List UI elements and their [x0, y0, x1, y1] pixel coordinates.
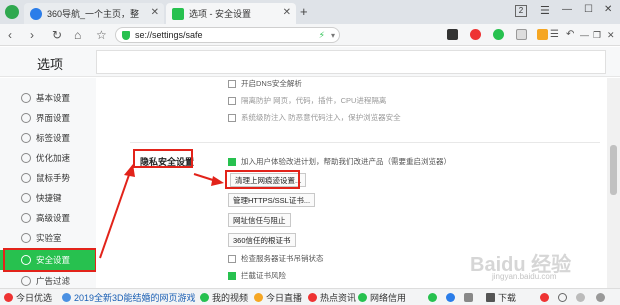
watermark-sub: jingyan.baidu.com [492, 272, 557, 281]
arrow-head-clear [211, 176, 224, 186]
bottom-item-game[interactable]: 2019全新3D能结婚的网页游戏《 [62, 291, 205, 304]
bottom-item-news[interactable]: 热点资讯 [308, 291, 356, 304]
news-icon [308, 293, 317, 302]
status-icon-3[interactable] [464, 293, 473, 302]
bottom-item-download[interactable]: 下载 [486, 291, 516, 304]
live-icon [254, 293, 263, 302]
status-icon-4[interactable] [540, 293, 549, 302]
arrow-head-sidebar [124, 164, 135, 177]
game-icon [62, 293, 71, 302]
bottom-item-label: 2019全新3D能结婚的网页游戏《 [74, 293, 205, 303]
bottom-item-picks[interactable]: 今日优选 [4, 291, 52, 304]
status-icon-2[interactable] [446, 293, 455, 302]
picks-icon [4, 293, 13, 302]
status-icon-6[interactable] [576, 293, 585, 302]
bottom-item-label: 下载 [498, 293, 517, 303]
status-icon-7[interactable] [596, 293, 605, 302]
bottom-item-label: 今日优选 [16, 293, 53, 303]
bottom-item-label: 我的视频 [212, 293, 249, 303]
arrow-line-sidebar [99, 171, 131, 259]
download-icon [486, 293, 495, 302]
bottom-item-label: 网络信用 [370, 293, 407, 303]
status-icon-5[interactable] [558, 293, 567, 302]
bottom-item-credit[interactable]: 网络信用 [358, 291, 406, 304]
bottom-item-label: 今日直播 [266, 293, 303, 303]
bottom-item-video[interactable]: 我的视频 [200, 291, 248, 304]
credit-icon [358, 293, 367, 302]
status-icon-1[interactable] [428, 293, 437, 302]
scrollbar-thumb[interactable] [610, 145, 617, 195]
bottom-item-label: 热点资讯 [320, 293, 357, 303]
bottom-item-live[interactable]: 今日直播 [254, 291, 302, 304]
video-icon [200, 293, 209, 302]
bottom-bar: 今日优选 2019全新3D能结婚的网页游戏《 我的视频 今日直播 热点资讯 网络… [0, 288, 620, 305]
